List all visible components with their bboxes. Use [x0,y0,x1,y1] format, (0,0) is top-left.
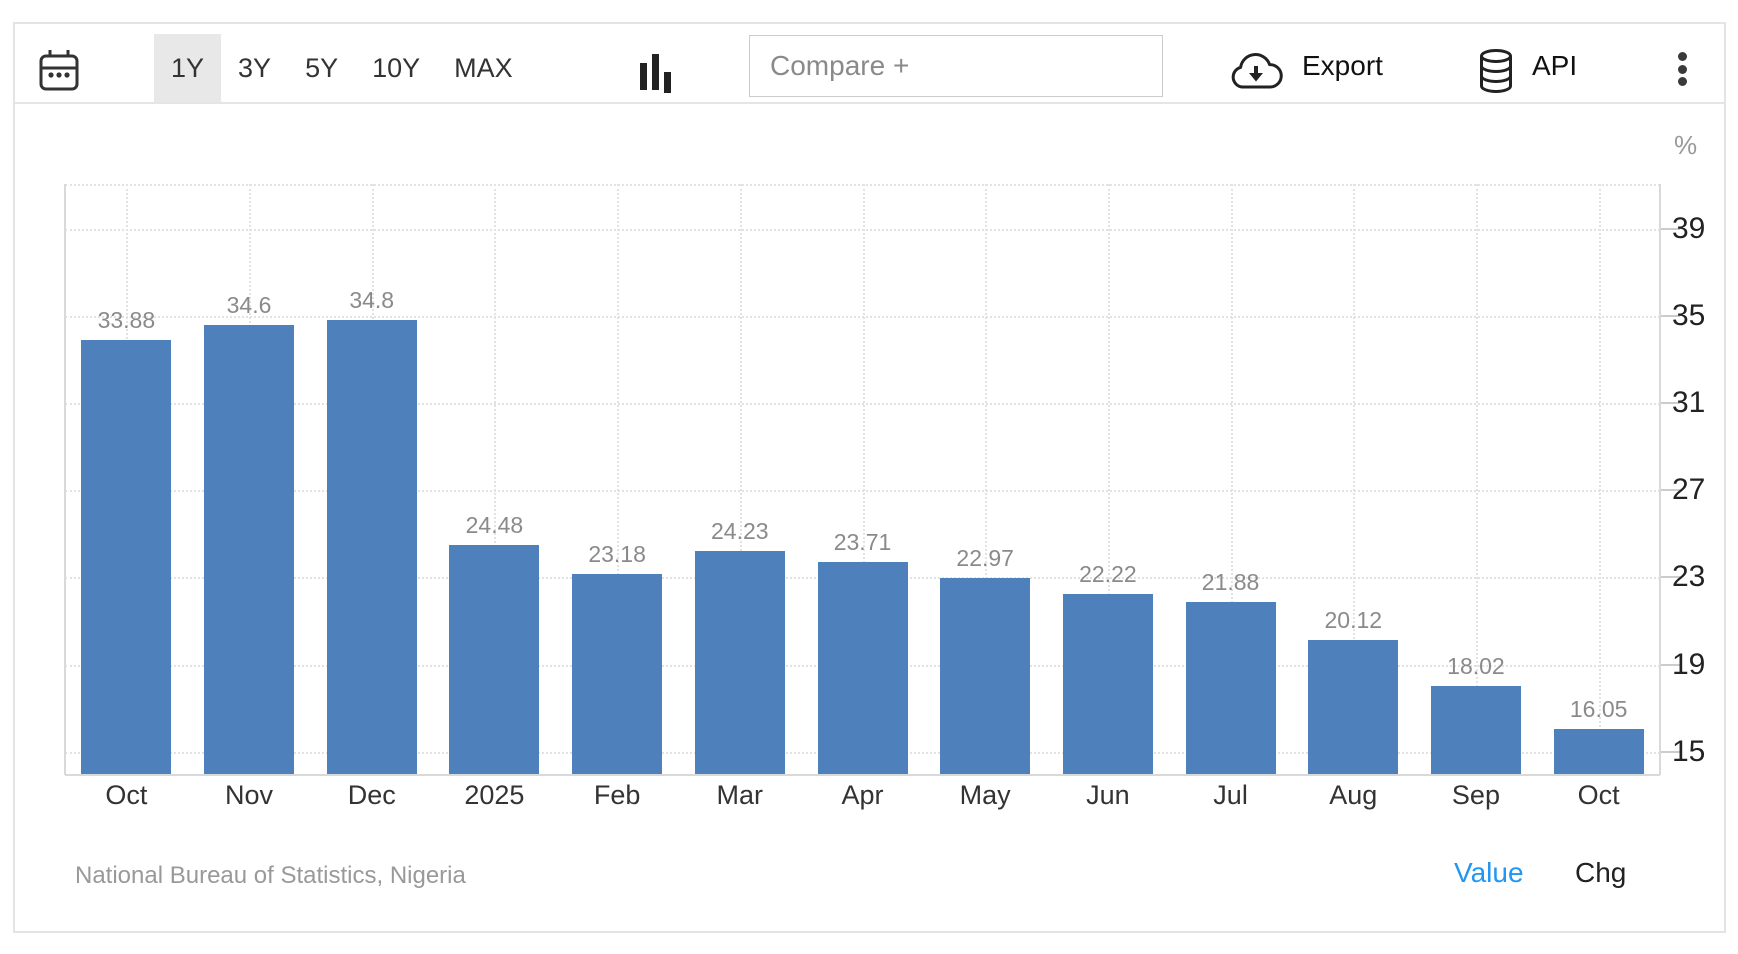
chart-type-button[interactable] [637,52,673,99]
bar-value-label: 20.12 [1283,607,1423,634]
chart-bar[interactable] [327,320,417,775]
y-axis-tick-label: 35 [1672,299,1705,333]
x-axis-label: Apr [793,780,933,811]
time-range-selector: 1Y3Y5Y10YMAX [154,34,530,102]
value-toggle[interactable]: Value [1454,857,1524,889]
x-axis-line [65,774,1660,776]
export-button[interactable] [1229,53,1283,94]
y-axis-line-left [64,184,66,775]
x-axis-label: Oct [56,780,196,811]
bar-value-label: 34.8 [302,287,442,314]
x-axis-label: Jul [1161,780,1301,811]
calendar-button[interactable] [38,48,80,95]
chart-bar[interactable] [1186,602,1276,775]
chart-bar[interactable] [449,545,539,775]
range-button-10y[interactable]: 10Y [355,34,437,102]
api-label[interactable]: API [1532,48,1577,84]
bar-value-label: 24.23 [670,518,810,545]
chart-bar[interactable] [1308,640,1398,775]
y-axis-tick-label: 31 [1672,386,1705,420]
export-label[interactable]: Export [1302,48,1383,84]
compare-input[interactable] [749,35,1163,97]
chart-bar[interactable] [572,574,662,775]
chart-bar[interactable] [818,562,908,775]
calendar-icon [38,80,80,95]
bar-value-label: 18.02 [1406,653,1546,680]
chart-bar[interactable] [1063,594,1153,775]
bar-value-label: 23.18 [547,541,687,568]
range-button-5y[interactable]: 5Y [288,34,355,102]
range-button-max[interactable]: MAX [437,34,530,102]
chart-bar[interactable] [1431,686,1521,775]
chart-bar[interactable] [204,325,294,775]
chart-bar[interactable] [940,578,1030,775]
column-chart-icon [637,84,673,99]
cloud-download-icon [1229,79,1283,94]
y-axis-tick-label: 19 [1672,648,1705,682]
bar-value-label: 24.48 [424,512,564,539]
chart-bar[interactable] [81,340,171,775]
database-icon [1478,81,1514,96]
y-axis-tick-label: 27 [1672,473,1705,507]
range-button-1y[interactable]: 1Y [154,34,221,102]
x-axis-label: Sep [1406,780,1546,811]
x-axis-label: Aug [1283,780,1423,811]
kebab-menu-icon[interactable] [1678,52,1688,90]
x-axis-label: 2025 [424,780,564,811]
x-axis-label: Mar [670,780,810,811]
x-axis-label: Dec [302,780,442,811]
chart-widget: 1Y3Y5Y10YMAX Export [13,22,1726,933]
x-axis-label: Oct [1529,780,1669,811]
bar-value-label: 22.22 [1038,561,1178,588]
y-axis-tick-label: 15 [1672,735,1705,769]
range-button-3y[interactable]: 3Y [221,34,288,102]
chart-bar[interactable] [1554,729,1644,775]
bar-value-label: 22.97 [915,545,1055,572]
chart-bar[interactable] [695,551,785,775]
api-button[interactable] [1478,49,1514,96]
bar-value-label: 33.88 [56,307,196,334]
y-axis-line-right [1659,184,1661,775]
x-axis-label: Nov [179,780,319,811]
bar-value-label: 21.88 [1161,569,1301,596]
bar-value-label: 23.71 [793,529,933,556]
y-axis-unit-label: % [1674,130,1697,161]
y-axis-tick-label: 39 [1672,212,1705,246]
x-axis-label: Feb [547,780,687,811]
source-attribution: National Bureau of Statistics, Nigeria [75,862,466,890]
bar-value-label: 34.6 [179,292,319,319]
x-gridline [1599,184,1601,775]
chg-toggle[interactable]: Chg [1575,857,1626,889]
chart-toolbar: 1Y3Y5Y10YMAX Export [15,24,1724,104]
y-axis-tick-label: 23 [1672,560,1705,594]
bar-value-label: 16.05 [1529,696,1669,723]
x-axis-label: May [915,780,1055,811]
x-axis-label: Jun [1038,780,1178,811]
